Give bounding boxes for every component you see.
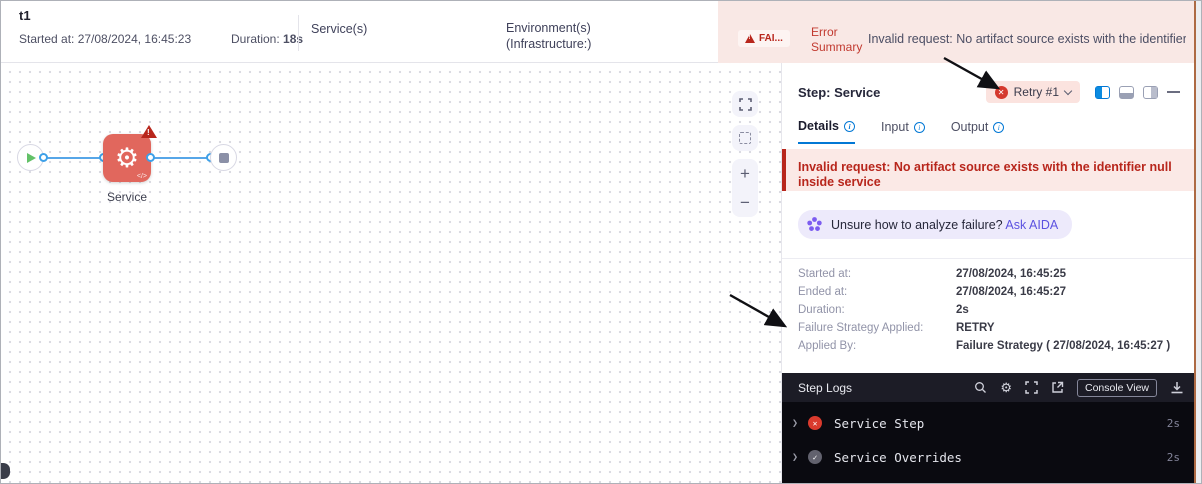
port [39,153,48,162]
fullscreen-button[interactable] [732,91,758,117]
service-step-node[interactable]: ⚙ </> [103,125,157,182]
detail-tabs: Details i Input i Output i [798,119,1005,144]
gear-icon: ⚙ [114,142,140,173]
expand-chevron-icon[interactable]: ❯ [792,418,808,429]
services-label: Service(s) [311,22,368,36]
edge-service-to-end [150,157,212,159]
search-icon[interactable] [974,381,987,394]
zoom-out-button[interactable]: − [740,193,750,213]
window-right-edge [1194,1,1201,483]
step-warning-badge [141,125,157,138]
detail-row-ended-at: Ended at: 27/08/2024, 16:45:27 [798,286,1066,298]
error-summary-zone: FAI... Error Summary Invalid request: No… [718,1,1196,63]
tab-output[interactable]: Output i [951,119,1005,144]
failed-circle-icon: ✕ [994,85,1008,99]
expand-chevron-icon[interactable]: ❯ [792,452,808,463]
pipeline-canvas[interactable]: ⚙ </> Service + − [1,63,782,483]
edge-start-to-service [44,157,105,159]
environments-label: Environment(s) (Infrastructure:) [506,21,592,51]
zoom-control-group: + − [732,159,758,217]
log-row-service-overrides[interactable]: ❯ Service Overrides 2s [782,444,1196,470]
pipeline-end-node[interactable] [210,144,237,171]
step-error-banner: Invalid request: No artifact source exis… [782,149,1196,191]
tab-input[interactable]: Input i [881,119,925,144]
detail-row-applied-by: Applied By: Failure Strategy ( 27/08/202… [798,340,1171,352]
aida-suggestion-pill[interactable]: Unsure how to analyze failure? Ask AIDA [798,210,1073,239]
aida-pinwheel-icon [807,217,822,231]
step-details-table: Started at: 27/08/2024, 16:45:25 Ended a… [798,268,1180,358]
detail-row-started-at: Started at: 27/08/2024, 16:45:25 [798,268,1066,280]
detail-row-failure-strategy: Failure Strategy Applied: RETRY [798,322,995,334]
layout-left-panel-button[interactable] [1095,85,1110,99]
layout-bottom-panel-button[interactable] [1119,85,1134,99]
log-settings-icon[interactable]: ⚙ [1000,381,1012,394]
info-icon: i [844,120,855,132]
fit-to-screen-button[interactable] [732,125,758,151]
log-status-icon [808,450,822,464]
step-title: Step: Service [798,84,881,100]
tab-details[interactable]: Details i [798,119,855,144]
service-node-label: Service [106,190,147,204]
retry-dropdown[interactable]: ✕ Retry #1 [985,81,1080,103]
started-at-text: Started at: 27/08/2024, 16:45:23 [19,32,192,46]
log-row-service-step[interactable]: ❯ Service Step 2s [782,410,1196,436]
step-logs-console: Step Logs ⚙ Console View ❯ ✕ Service Ste… [782,373,1196,483]
pipeline-execution-window: t1 Started at: 27/08/2024, 16:45:23 Dura… [0,0,1202,484]
cursor-artifact [1,463,10,479]
step-detail-panel: Step: Service ✕ Retry #1 Details i Input… [782,63,1196,483]
duration-value: 18s [283,32,304,46]
pipeline-name: t1 [19,8,31,23]
aida-question: Unsure how to analyze failure? Ask AIDA [831,217,1059,232]
infrastructure-label: (Infrastructure:) [506,37,592,51]
port [146,153,155,162]
failed-status-badge[interactable]: FAI... [738,30,790,47]
console-view-button[interactable]: Console View [1076,378,1157,397]
info-icon: i [913,121,925,133]
canvas-controls: + − [732,91,758,217]
step-logs-title: Step Logs [798,380,853,395]
stop-icon [218,152,229,163]
header-divider [298,15,299,51]
download-logs-icon[interactable] [1170,381,1184,394]
layout-right-panel-button[interactable] [1143,85,1158,99]
fit-icon [739,132,751,144]
open-external-icon[interactable] [1051,381,1064,394]
expand-icon [738,97,752,111]
duration-text: Duration: 18s [231,32,304,46]
log-status-icon [808,416,822,430]
info-icon: i [993,121,1005,133]
detail-row-duration: Duration: 2s [798,304,969,316]
zoom-in-button[interactable]: + [740,164,750,184]
fullscreen-logs-icon[interactable] [1025,381,1038,394]
execution-header: t1 Started at: 27/08/2024, 16:45:23 Dura… [1,1,1196,63]
log-duration: 2s [1166,450,1180,464]
ask-aida-link[interactable]: Ask AIDA [1005,218,1058,232]
log-duration: 2s [1166,416,1180,430]
section-divider [782,258,1196,259]
error-summary-label: Error Summary [811,25,863,54]
warning-triangle-icon [745,34,755,43]
code-icon: </> [136,173,147,180]
error-summary-text: Invalid request: No artifact source exis… [868,32,1186,46]
chevron-down-icon [1063,86,1073,95]
minimize-panel-button[interactable] [1167,91,1180,93]
play-icon [27,152,36,163]
